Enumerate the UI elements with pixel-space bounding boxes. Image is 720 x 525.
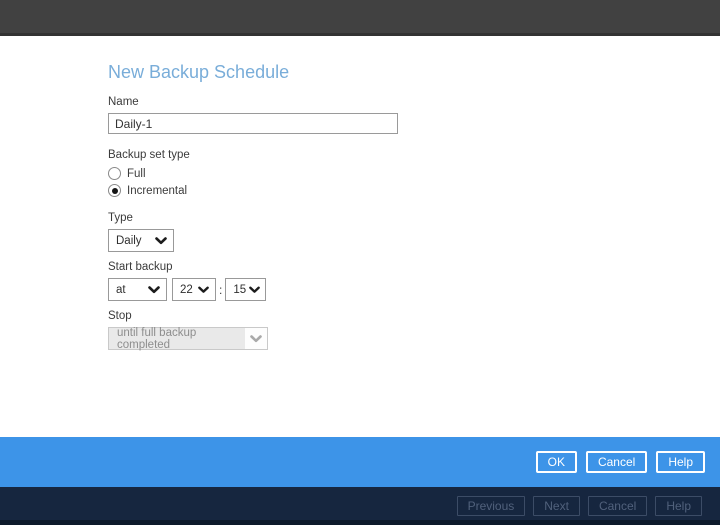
radio-incremental[interactable]: Incremental xyxy=(108,184,720,197)
chevron-down-icon xyxy=(250,334,262,343)
previous-button[interactable]: Previous xyxy=(456,496,526,516)
radio-incremental-label: Incremental xyxy=(127,184,188,197)
cancel-button[interactable]: Cancel xyxy=(585,451,648,473)
radio-unchecked-icon xyxy=(108,167,121,180)
new-backup-schedule-window: New Backup Schedule Name Backup set type… xyxy=(0,0,720,525)
next-button[interactable]: Next xyxy=(533,496,580,516)
stop-select-value: until full backup completed xyxy=(109,327,245,351)
start-hour-select[interactable]: 22 xyxy=(172,278,216,301)
type-field-group: Type Daily xyxy=(108,212,720,252)
backup-set-type-label: Backup set type xyxy=(108,149,190,161)
name-label: Name xyxy=(108,96,139,108)
time-separator: : xyxy=(219,282,223,297)
radio-full[interactable]: Full xyxy=(108,167,720,180)
ok-button[interactable]: OK xyxy=(535,451,577,473)
start-minute-select[interactable]: 15 xyxy=(225,278,267,301)
wizard-bar: Previous Next Cancel Help xyxy=(0,487,720,525)
action-bar: OK Cancel Help xyxy=(0,437,720,487)
stop-select: until full backup completed xyxy=(108,327,268,351)
name-field-group: Name xyxy=(108,96,720,134)
help-button[interactable]: Help xyxy=(656,451,705,473)
chevron-down-icon xyxy=(249,286,260,294)
wizard-cancel-button[interactable]: Cancel xyxy=(587,496,648,516)
name-input[interactable] xyxy=(108,113,398,134)
dialog-content: New Backup Schedule Name Backup set type… xyxy=(0,36,720,437)
wizard-help-button[interactable]: Help xyxy=(655,496,702,516)
chevron-down-icon xyxy=(155,236,167,245)
start-hour-value: 22 xyxy=(180,283,193,296)
chevron-down-icon xyxy=(148,285,160,294)
chevron-down-icon xyxy=(198,286,209,294)
type-select[interactable]: Daily xyxy=(108,229,174,252)
start-mode-select[interactable]: at xyxy=(108,278,167,301)
type-select-value: Daily xyxy=(116,234,142,247)
top-bar xyxy=(0,0,720,36)
stop-label: Stop xyxy=(108,310,132,322)
radio-full-label: Full xyxy=(127,167,146,180)
start-backup-group: Start backup at 22 : 15 xyxy=(108,261,720,301)
backup-set-type-group: Backup set type Full Incremental xyxy=(108,149,720,197)
page-title: New Backup Schedule xyxy=(108,62,290,82)
type-label: Type xyxy=(108,212,133,224)
start-mode-value: at xyxy=(116,283,126,296)
start-minute-value: 15 xyxy=(233,283,247,296)
stop-field-group: Stop until full backup completed xyxy=(108,310,720,351)
radio-checked-icon xyxy=(108,184,121,197)
start-backup-label: Start backup xyxy=(108,261,173,273)
